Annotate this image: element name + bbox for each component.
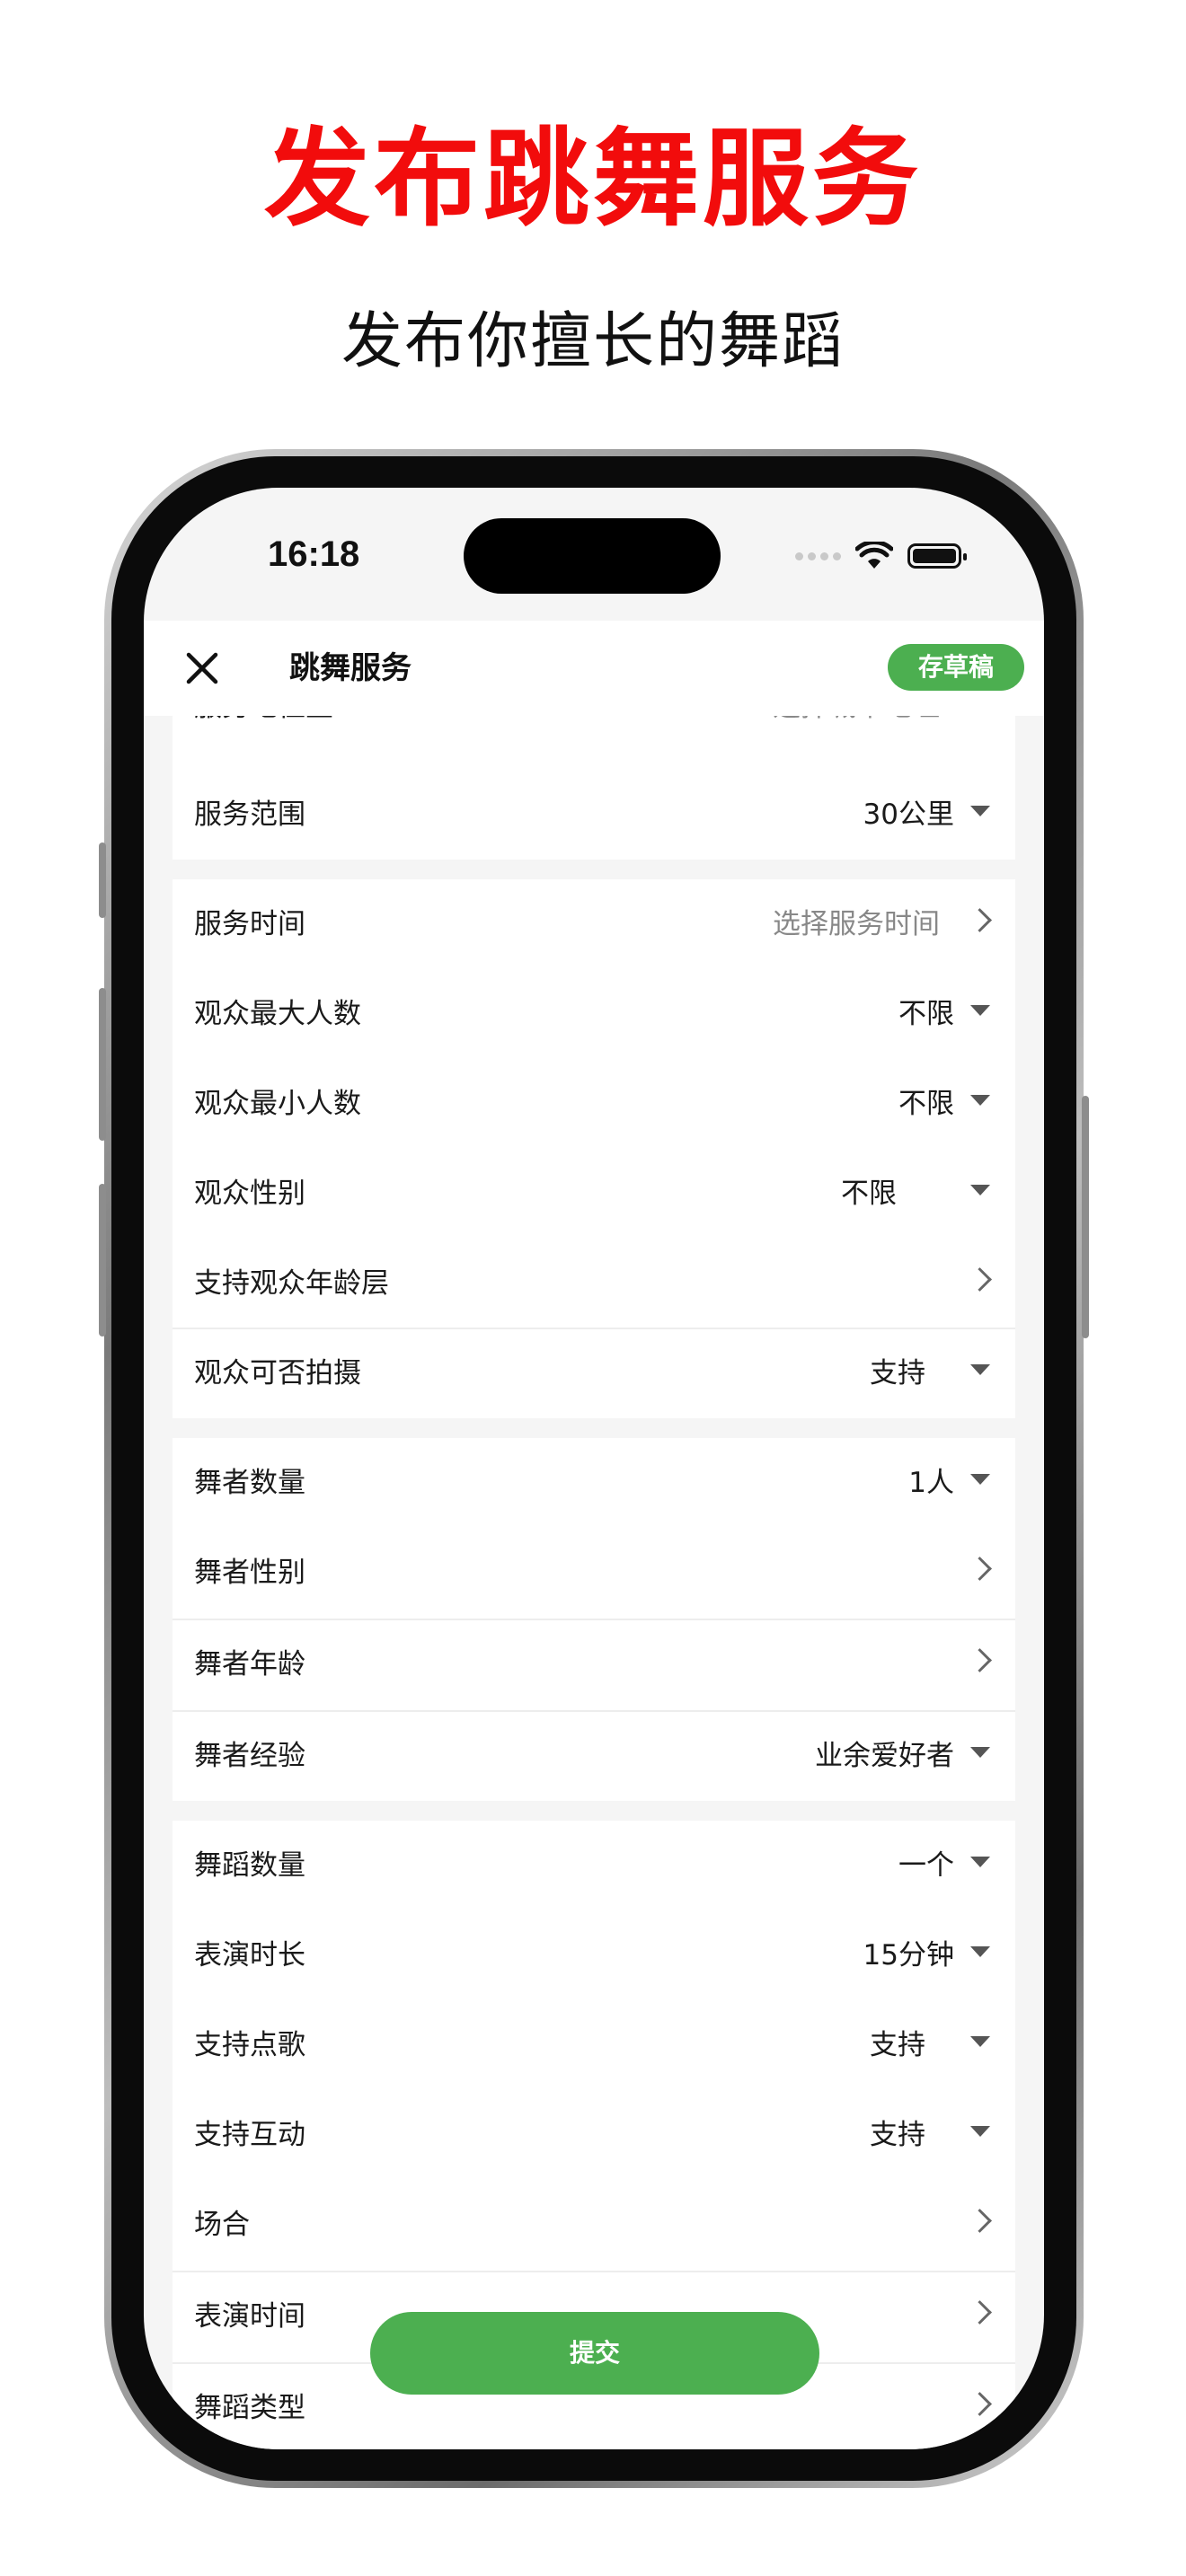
form-row-dance-count[interactable]: 舞蹈数量 一个 <box>173 1821 1015 1910</box>
chevron-right-icon <box>968 2300 992 2325</box>
promo-subline: 发布你擅长的舞蹈 <box>341 306 845 377</box>
form-row-dancer-experience[interactable]: 舞者经验 业余爱好者 <box>173 1711 1015 1801</box>
row-label: 舞者数量 <box>194 1467 305 1499</box>
form-row-audience-gender[interactable]: 观众性别 不限 <box>173 1149 1015 1239</box>
dropdown-arrow-icon <box>970 1946 990 1957</box>
dropdown-arrow-icon <box>970 1005 990 1016</box>
row-label: 场合 <box>194 2209 250 2241</box>
row-label: 表演时间 <box>194 2300 305 2333</box>
phone-screen: 16:18 跳舞服务 存草稿 服务地位置 选择城市地址 服务范围 30公里 <box>144 488 1044 2449</box>
audience-card: 服务时间 选择服务时间 观众最大人数 不限 观众最小人数 不限 观众性别 不限 … <box>173 879 1015 1418</box>
form-row-dancer-gender[interactable]: 舞者性别 <box>173 1528 1015 1618</box>
save-draft-button[interactable]: 存草稿 <box>888 644 1024 691</box>
dropdown-arrow-icon <box>970 1095 990 1106</box>
chevron-right-icon <box>968 2209 992 2233</box>
phone-volume-down <box>99 1184 106 1337</box>
form-row-audience-min[interactable]: 观众最小人数 不限 <box>173 1059 1015 1149</box>
form-row-occasion[interactable]: 场合 <box>173 2180 1015 2270</box>
chevron-right-icon <box>968 2392 992 2416</box>
row-label: 服务地位置 <box>194 716 333 752</box>
row-label: 表演时长 <box>194 1939 305 1972</box>
dancer-card: 舞者数量 1人 舞者性别 舞者年龄 舞者经验 业余爱好者 <box>173 1438 1015 1801</box>
dropdown-arrow-icon <box>970 1474 990 1485</box>
form-row-audience-photo[interactable]: 观众可否拍摄 支持 <box>173 1328 1015 1418</box>
dropdown-arrow-icon <box>970 1747 990 1758</box>
row-label: 支持观众年龄层 <box>194 1267 389 1300</box>
phone-action-button <box>99 842 106 918</box>
nav-title: 跳舞服务 <box>289 650 412 686</box>
row-value: 一个 <box>898 1849 954 1882</box>
row-label: 舞者性别 <box>194 1557 305 1589</box>
dropdown-arrow-icon <box>970 1185 990 1195</box>
chevron-right-icon <box>968 1557 992 1581</box>
row-label: 观众性别 <box>194 1178 305 1210</box>
form-row-interaction[interactable]: 支持互动 支持 <box>173 2090 1015 2180</box>
form-row-song-request[interactable]: 支持点歌 支持 <box>173 2000 1015 2090</box>
phone-power-button <box>1082 1096 1089 1338</box>
row-value: 选择城市地址 <box>773 716 940 752</box>
dropdown-arrow-icon <box>970 1857 990 1867</box>
dropdown-arrow-icon <box>970 806 990 816</box>
row-value: 不限 <box>898 998 954 1030</box>
row-value: 30公里 <box>863 798 954 831</box>
row-value: 不限 <box>898 1088 954 1120</box>
row-value: 支持 <box>870 2029 925 2061</box>
chevron-right-icon <box>968 908 992 932</box>
dropdown-arrow-icon <box>970 2126 990 2137</box>
row-label: 支持点歌 <box>194 2029 305 2061</box>
row-label: 观众可否拍摄 <box>194 1357 361 1389</box>
form-scroll-area[interactable]: 服务地位置 选择城市地址 服务范围 30公里 服务时间 选择服务时间 观众最大人… <box>173 716 1015 2449</box>
row-value: 1人 <box>908 1467 954 1499</box>
dropdown-arrow-icon <box>970 2036 990 2047</box>
signal-icon <box>795 551 841 560</box>
row-label: 观众最小人数 <box>194 1088 361 1120</box>
row-label: 舞者年龄 <box>194 1648 305 1681</box>
dropdown-arrow-icon <box>970 1364 990 1375</box>
chevron-right-icon <box>968 1267 992 1292</box>
form-row-dancer-age[interactable]: 舞者年龄 <box>173 1619 1015 1709</box>
row-label: 舞蹈数量 <box>194 1849 305 1882</box>
battery-icon <box>907 543 967 569</box>
row-value: 支持 <box>870 1357 925 1389</box>
form-row-dancer-count[interactable]: 舞者数量 1人 <box>173 1438 1015 1528</box>
row-label: 舞蹈类型 <box>194 2392 305 2424</box>
row-value: 选择服务时间 <box>773 908 940 940</box>
row-label: 服务范围 <box>194 798 305 831</box>
row-value: 业余爱好者 <box>815 1740 954 1772</box>
form-row-audience-max[interactable]: 观众最大人数 不限 <box>173 969 1015 1059</box>
row-value: 不限 <box>841 1178 897 1210</box>
form-row-service-time[interactable]: 服务时间 选择服务时间 <box>173 879 1015 969</box>
row-label: 服务时间 <box>194 908 305 940</box>
wifi-icon <box>855 542 893 569</box>
promo-headline: 发布跳舞服务 <box>263 116 922 241</box>
form-row-audience-age[interactable]: 支持观众年龄层 <box>173 1239 1015 1328</box>
nav-bar: 跳舞服务 存草稿 <box>144 621 1044 716</box>
submit-button[interactable]: 提交 <box>370 2312 819 2395</box>
row-label: 观众最大人数 <box>194 998 361 1030</box>
phone-volume-up <box>99 988 106 1141</box>
location-card: 服务地位置 选择城市地址 服务范围 30公里 <box>173 716 1015 860</box>
chevron-right-icon <box>968 1648 992 1672</box>
dynamic-island <box>464 518 721 594</box>
form-row-service-location[interactable]: 服务地位置 选择城市地址 <box>173 716 1015 752</box>
status-time: 16:18 <box>268 534 360 574</box>
row-label: 支持互动 <box>194 2119 305 2151</box>
close-icon[interactable] <box>180 646 225 691</box>
form-row-service-scope[interactable]: 服务范围 30公里 <box>173 770 1015 860</box>
row-label: 舞者经验 <box>194 1740 305 1772</box>
row-value: 支持 <box>870 2119 925 2151</box>
status-icons <box>795 538 967 574</box>
row-value: 15分钟 <box>863 1939 954 1972</box>
form-row-duration[interactable]: 表演时长 15分钟 <box>173 1910 1015 2000</box>
